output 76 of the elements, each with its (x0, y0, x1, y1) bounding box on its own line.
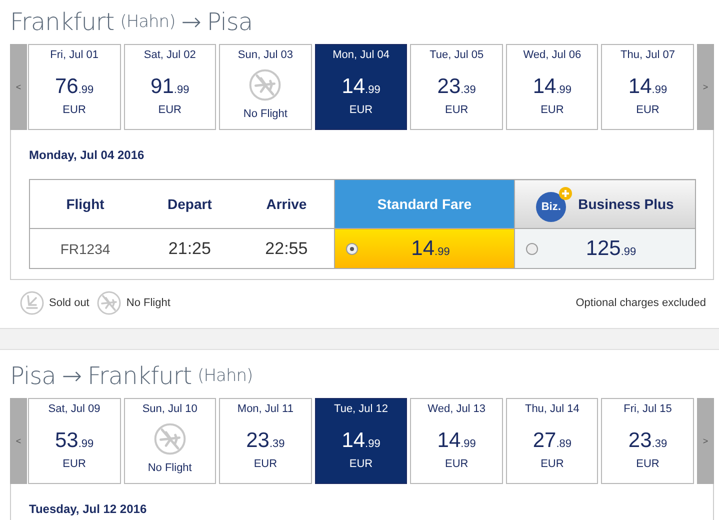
date-text: Sat, Jul 09 (48, 403, 100, 415)
fare-radio[interactable] (526, 242, 538, 254)
date-tile[interactable]: Fri, Jul 15 23.39 EUR (601, 398, 694, 484)
currency-text: EUR (349, 458, 373, 470)
currency-text: EUR (254, 458, 278, 470)
date-tile[interactable]: Wed, Jul 13 14.99 EUR (410, 398, 503, 484)
currency-text: EUR (636, 458, 660, 470)
currency-text: EUR (540, 458, 564, 470)
date-tile[interactable]: Sun, Jul 03 No Flight (219, 44, 312, 130)
date-text: Tue, Jul 12 (334, 403, 388, 415)
date-tile[interactable]: Sat, Jul 02 91.99 EUR (124, 44, 216, 130)
price-text: 14.99 (342, 429, 380, 454)
price-text: 14.99 (342, 75, 380, 100)
no-flight-text: No Flight (148, 462, 192, 474)
arrive-time-cell: 22:55 (238, 228, 334, 268)
price-text: 14.99 (437, 429, 476, 454)
column-header: Flight (30, 180, 141, 228)
date-text: Mon, Jul 11 (237, 403, 294, 415)
date-tile[interactable]: Sun, Jul 10 No Flight (124, 398, 216, 484)
no-flight-icon (249, 69, 282, 101)
price-text: 14.99 (628, 75, 668, 100)
no-flight-icon (97, 291, 122, 315)
sold-out-icon (20, 291, 44, 315)
fare-header: Standard Fare (334, 180, 514, 228)
flight-number-cell: FR1234 (30, 228, 141, 268)
currency-text: EUR (540, 104, 564, 116)
route-heading: Pisa → Frankfurt (Hahn) (10, 361, 254, 392)
date-text: Sat, Jul 02 (144, 49, 196, 61)
currency-text: EUR (158, 104, 182, 116)
date-text: Mon, Jul 04 (332, 49, 390, 61)
price-text: 76.99 (54, 75, 94, 100)
date-text: Fri, Jul 15 (624, 403, 672, 415)
fare-radio[interactable] (346, 242, 358, 254)
date-tile[interactable]: Sat, Jul 09 53.99 EUR (28, 398, 121, 484)
price-text: 91.99 (150, 75, 190, 100)
currency-text: EUR (62, 458, 86, 470)
date-text: Sun, Jul 03 (238, 49, 293, 61)
date-tile[interactable]: Tue, Jul 12 14.99 EUR (314, 398, 408, 484)
selected-date-text: Monday, Jul 04 2016 (29, 147, 146, 164)
currency-text: EUR (636, 104, 660, 116)
date-tile[interactable]: Tue, Jul 05 23.39 EUR (410, 44, 503, 130)
date-text: Sun, Jul 10 (142, 403, 198, 415)
date-text: Fri, Jul 01 (50, 49, 98, 61)
no-flight-text: No Flight (243, 108, 288, 120)
fare-cell[interactable]: 125.99 (514, 228, 696, 268)
currency-text: EUR (444, 458, 468, 470)
no-flight-icon (154, 423, 186, 455)
date-text: Thu, Jul 07 (620, 49, 675, 61)
fare-header: Biz. Business Plus (514, 180, 696, 228)
date-tile[interactable]: Mon, Jul 11 23.39 EUR (219, 398, 312, 484)
column-header: Depart (140, 180, 239, 228)
date-text: Wed, Jul 13 (428, 403, 486, 415)
price-text: 27.89 (532, 429, 572, 454)
currency-text: EUR (349, 104, 373, 116)
date-tile[interactable]: Thu, Jul 07 14.99 EUR (601, 44, 694, 130)
depart-time-cell: 21:25 (140, 228, 239, 268)
currency-text: EUR (444, 104, 468, 116)
date-tile[interactable]: Thu, Jul 14 27.89 EUR (506, 398, 598, 484)
price-text: 23.39 (246, 429, 285, 454)
legend-label: No Flight (126, 297, 170, 309)
date-tile[interactable]: Wed, Jul 06 14.99 EUR (506, 44, 598, 130)
date-tile[interactable]: Fri, Jul 01 76.99 EUR (28, 44, 121, 130)
currency-text: EUR (62, 104, 86, 116)
fare-cell[interactable]: 14.99 (334, 228, 514, 268)
date-text: Wed, Jul 06 (523, 49, 582, 61)
route-heading: Frankfurt (Hahn) → Pisa (10, 7, 254, 38)
legend-label: Sold out (49, 297, 90, 309)
price-text: 23.39 (628, 429, 668, 454)
price-text: 53.99 (54, 429, 94, 454)
price-text: 14.99 (532, 75, 572, 100)
selected-date-text: Tuesday, Jul 12 2016 (29, 501, 148, 518)
date-text: Tue, Jul 05 (430, 49, 484, 61)
charges-note: Optional charges excluded (576, 297, 706, 309)
date-tile[interactable]: Mon, Jul 04 14.99 EUR (314, 44, 408, 130)
date-text: Thu, Jul 14 (524, 403, 580, 415)
price-text: 23.39 (437, 75, 476, 100)
